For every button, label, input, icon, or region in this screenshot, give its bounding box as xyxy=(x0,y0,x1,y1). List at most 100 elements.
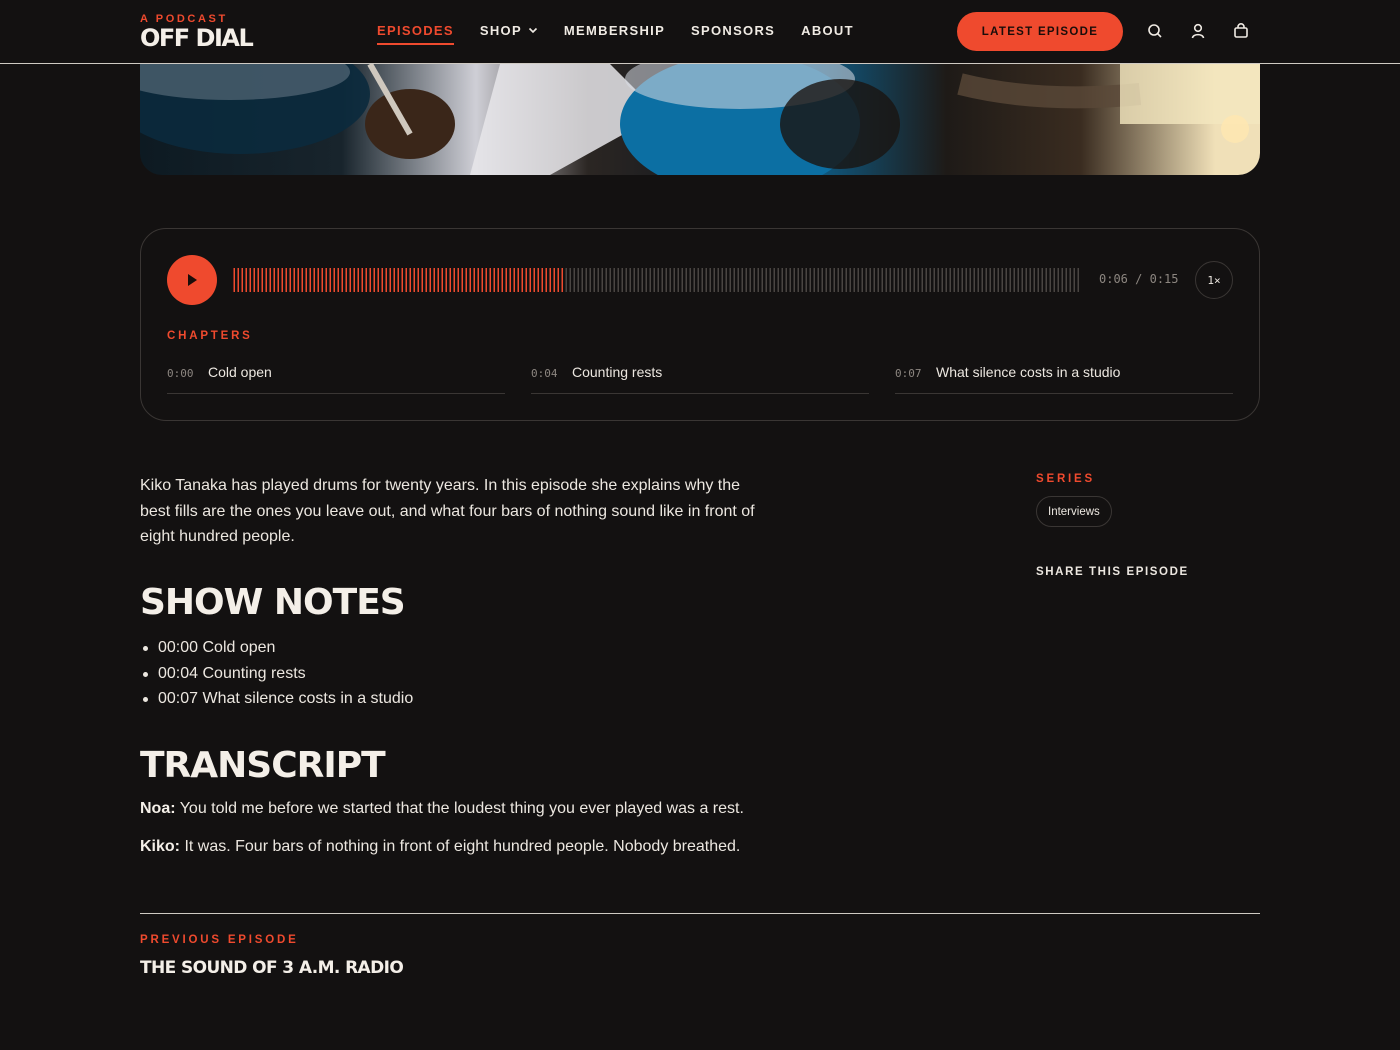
waveform-bar-played xyxy=(341,268,343,292)
waveform-bar-played xyxy=(497,268,499,292)
waveform-bar-played xyxy=(529,268,531,292)
waveform-bar-played xyxy=(441,268,443,292)
waveform-scrubber[interactable] xyxy=(233,267,1081,293)
waveform-bar xyxy=(925,268,927,292)
nav-sponsors-label: SPONSORS xyxy=(691,23,776,38)
waveform-bar xyxy=(945,268,947,292)
search-icon[interactable] xyxy=(1146,22,1164,40)
waveform-bar-played xyxy=(265,268,267,292)
waveform-bar xyxy=(613,268,615,292)
chevron-down-icon xyxy=(528,27,537,34)
waveform-bar xyxy=(989,268,991,292)
waveform-bar xyxy=(689,268,691,292)
bag-icon[interactable] xyxy=(1232,22,1250,40)
waveform-bar xyxy=(801,268,803,292)
transcript-text: You told me before we started that the l… xyxy=(179,800,744,817)
latest-episode-button[interactable]: LATEST EPISODE xyxy=(957,12,1123,51)
nav-about[interactable]: ABOUT xyxy=(801,23,854,45)
chapter-title: Cold open xyxy=(208,364,272,380)
waveform-bar xyxy=(665,268,667,292)
waveform-bar xyxy=(893,268,895,292)
series-label: SERIES xyxy=(1036,473,1095,485)
waveform-bar xyxy=(589,268,591,292)
waveform-bar xyxy=(633,268,635,292)
waveform-bar-played xyxy=(301,268,303,292)
chapter-item[interactable]: 0:07 What silence costs in a studio xyxy=(895,359,1233,394)
account-icon[interactable] xyxy=(1189,22,1207,40)
waveform-bar-played xyxy=(461,268,463,292)
waveform-bar xyxy=(977,268,979,292)
episode-description: Kiko Tanaka has played drums for twenty … xyxy=(140,477,755,545)
waveform-bar xyxy=(961,268,963,292)
waveform-bar-played xyxy=(277,268,279,292)
waveform-bar xyxy=(573,268,575,292)
chapter-item[interactable]: 0:00 Cold open xyxy=(167,359,505,394)
waveform-bar-played xyxy=(389,268,391,292)
waveform-bar xyxy=(941,268,943,292)
nav-membership[interactable]: MEMBERSHIP xyxy=(564,23,665,45)
waveform-bar-played xyxy=(517,268,519,292)
nav-shop[interactable]: SHOP xyxy=(480,23,538,45)
waveform-bar-played xyxy=(485,268,487,292)
waveform-bar xyxy=(965,268,967,292)
chapter-title: What silence costs in a studio xyxy=(936,364,1121,380)
transcript-speaker: Kiko: xyxy=(140,838,180,855)
play-button[interactable] xyxy=(167,255,217,305)
waveform-bar xyxy=(865,268,867,292)
audio-player: 0:06 / 0:15 1× CHAPTERS 0:00 Cold open 0… xyxy=(140,228,1260,421)
waveform-bar xyxy=(1077,268,1079,292)
waveform-bar xyxy=(837,268,839,292)
waveform-bar-played xyxy=(309,268,311,292)
chapter-time: 0:07 xyxy=(895,367,922,380)
waveform-bar xyxy=(1057,268,1059,292)
waveform-bar xyxy=(761,268,763,292)
episode-hero-image xyxy=(140,64,1260,175)
waveform-bar-played xyxy=(537,268,539,292)
waveform-bar xyxy=(993,268,995,292)
waveform-bar-played xyxy=(285,268,287,292)
chapter-item[interactable]: 0:04 Counting rests xyxy=(531,359,869,394)
brand-logo[interactable]: A PODCAST OFF DIAL xyxy=(140,13,254,50)
waveform-bar-played xyxy=(493,268,495,292)
chapter-title: Counting rests xyxy=(572,364,663,380)
waveform-bar xyxy=(873,268,875,292)
playback-speed-button[interactable]: 1× xyxy=(1195,261,1233,299)
waveform-bar xyxy=(1001,268,1003,292)
waveform-bar-played xyxy=(405,268,407,292)
waveform-bar-played xyxy=(293,268,295,292)
waveform-bar xyxy=(657,268,659,292)
previous-episode-link[interactable]: THE SOUND OF 3 A.M. RADIO xyxy=(140,958,404,978)
play-icon xyxy=(188,274,197,286)
waveform-bar xyxy=(821,268,823,292)
nav-sponsors[interactable]: SPONSORS xyxy=(691,23,775,45)
waveform-bar-played xyxy=(477,268,479,292)
waveform-bar xyxy=(877,268,879,292)
drum-kit-illustration xyxy=(140,64,1260,175)
nav-episodes[interactable]: EPISODES xyxy=(377,23,454,45)
waveform-bar xyxy=(605,268,607,292)
waveform-bar-played xyxy=(413,268,415,292)
waveform-bar xyxy=(1029,268,1031,292)
waveform-bar xyxy=(581,268,583,292)
waveform-bar xyxy=(969,268,971,292)
waveform-bar-played xyxy=(325,268,327,292)
waveform-bar-played xyxy=(513,268,515,292)
waveform-bar xyxy=(901,268,903,292)
elapsed-time: 0:06 xyxy=(1099,272,1128,286)
waveform-bar xyxy=(565,268,567,292)
previous-episode-label: PREVIOUS EPISODE xyxy=(140,934,299,946)
series-tag[interactable]: Interviews xyxy=(1036,496,1112,527)
waveform-bar-played xyxy=(409,268,411,292)
waveform-bar-played xyxy=(249,268,251,292)
waveform-bar xyxy=(1065,268,1067,292)
waveform-bar-played xyxy=(373,268,375,292)
waveform-bar xyxy=(693,268,695,292)
waveform-bar xyxy=(833,268,835,292)
nav-shop-label: SHOP xyxy=(479,23,522,38)
waveform-bar xyxy=(577,268,579,292)
waveform-bar-played xyxy=(553,268,555,292)
waveform-bar-played xyxy=(533,268,535,292)
waveform-bar xyxy=(825,268,827,292)
waveform-bar xyxy=(973,268,975,292)
waveform-bar xyxy=(677,268,679,292)
